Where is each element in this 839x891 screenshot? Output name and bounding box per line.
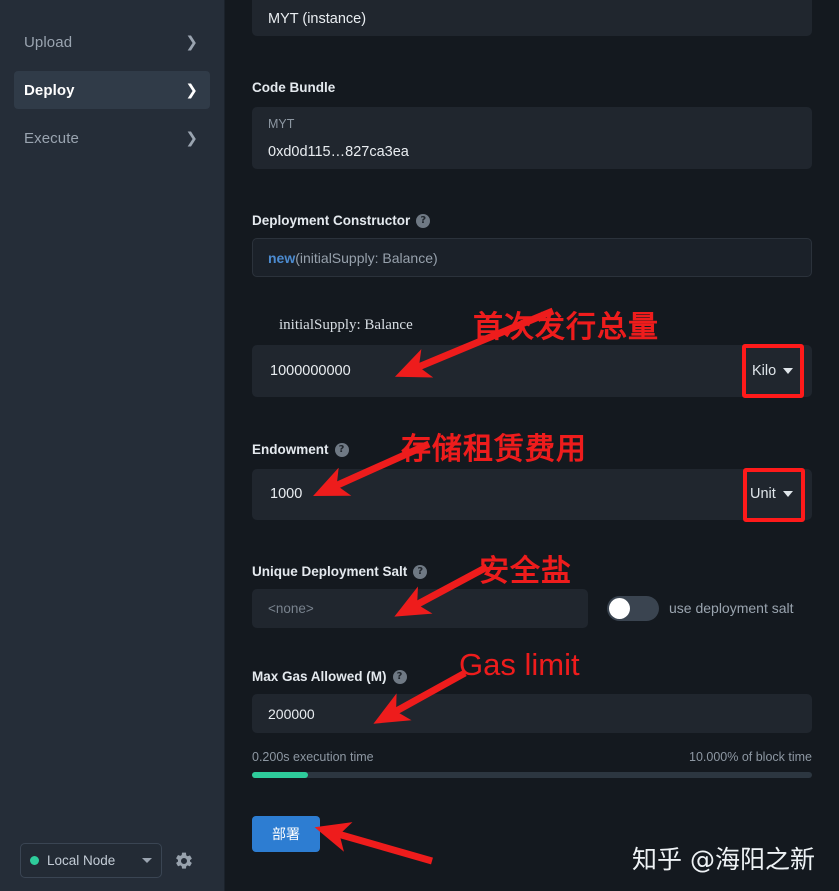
caret-down-icon: [782, 491, 793, 497]
initial-supply-label: initialSupply: Balance: [279, 317, 413, 333]
gear-icon[interactable]: [174, 851, 194, 871]
endowment-unit-select[interactable]: Unit: [750, 486, 793, 502]
toggle-knob: [609, 598, 630, 619]
help-circle-icon[interactable]: ?: [413, 564, 428, 579]
node-name-label: Local Node: [47, 853, 116, 868]
sidebar-item-label: Upload: [24, 33, 73, 51]
endowment-field[interactable]: [252, 469, 812, 520]
chevron-right-icon: ❯: [185, 32, 198, 51]
endowment-unit-label: Unit: [750, 486, 776, 502]
sidebar-item-label: Deploy: [24, 81, 75, 99]
use-deployment-salt-toggle[interactable]: [607, 596, 659, 621]
deployment-constructor-label: Deployment Constructor ?: [252, 213, 431, 228]
constructor-args: (initialSupply: Balance): [295, 250, 438, 266]
salt-label-text: Unique Deployment Salt: [252, 564, 408, 579]
constructor-keyword: new: [268, 250, 296, 266]
salt-placeholder: <none>: [268, 601, 314, 616]
sidebar-item-execute[interactable]: Execute ❯: [14, 119, 210, 157]
max-gas-field[interactable]: [252, 694, 812, 733]
constructor-signature: new(initialSupply: Balance): [268, 250, 438, 266]
watermark: 知乎 @海阳之新: [632, 845, 815, 874]
help-circle-icon[interactable]: ?: [334, 442, 349, 457]
deploy-page: Upload ❯ Deploy ❯ Execute ❯ Local Node M…: [0, 0, 839, 891]
code-bundle-label-text: Code Bundle: [252, 80, 336, 95]
execution-time-label: 0.200s execution time: [252, 750, 374, 764]
deploy-button-label: 部署: [272, 827, 300, 843]
annotation-max-gas: Gas limit: [459, 647, 580, 682]
deploy-button[interactable]: 部署: [252, 816, 320, 852]
endowment-label: Endowment ?: [252, 442, 349, 457]
gas-progress-fill: [252, 772, 308, 778]
deployment-constructor-label-text: Deployment Constructor: [252, 213, 411, 228]
annotation-salt: 安全盐: [479, 554, 572, 589]
sidebar-item-label: Execute: [24, 129, 79, 147]
sidebar: Upload ❯ Deploy ❯ Execute ❯ Local Node: [0, 0, 225, 891]
endowment-label-text: Endowment: [252, 442, 329, 457]
max-gas-value: 200000: [268, 706, 315, 722]
node-bar: Local Node: [20, 843, 194, 878]
chevron-right-icon: ❯: [185, 80, 198, 99]
sidebar-item-deploy[interactable]: Deploy ❯: [14, 71, 210, 109]
code-bundle-label: Code Bundle: [252, 80, 335, 95]
help-circle-icon[interactable]: ?: [392, 669, 407, 684]
help-circle-icon[interactable]: ?: [416, 213, 431, 228]
initial-supply-unit-select[interactable]: Kilo: [752, 363, 794, 379]
node-status-dot: [30, 856, 39, 865]
initial-supply-unit-label: Kilo: [752, 363, 777, 379]
gas-progress-track: [252, 772, 812, 778]
chevron-right-icon: ❯: [185, 128, 198, 147]
use-deployment-salt-label: use deployment salt: [669, 600, 794, 616]
node-selector[interactable]: Local Node: [20, 843, 162, 878]
sidebar-item-upload[interactable]: Upload ❯: [14, 23, 210, 61]
annotation-initial-supply: 首次发行总量: [473, 310, 659, 345]
code-bundle-name: MYT: [268, 117, 295, 131]
max-gas-label: Max Gas Allowed (M) ?: [252, 669, 407, 684]
max-gas-label-text: Max Gas Allowed (M): [252, 669, 387, 684]
annotation-endowment: 存储租赁费用: [401, 432, 587, 467]
initial-supply-value: 1000000000: [270, 363, 351, 379]
chevron-down-icon: [142, 858, 152, 863]
endowment-value: 1000: [270, 486, 303, 502]
block-time-label: 10.000% of block time: [689, 750, 812, 764]
code-bundle-hash: 0xd0d115…827ca3ea: [268, 144, 409, 160]
caret-down-icon: [783, 368, 794, 374]
contract-instance-value: MYT (instance): [268, 11, 367, 27]
salt-label: Unique Deployment Salt ?: [252, 564, 428, 579]
